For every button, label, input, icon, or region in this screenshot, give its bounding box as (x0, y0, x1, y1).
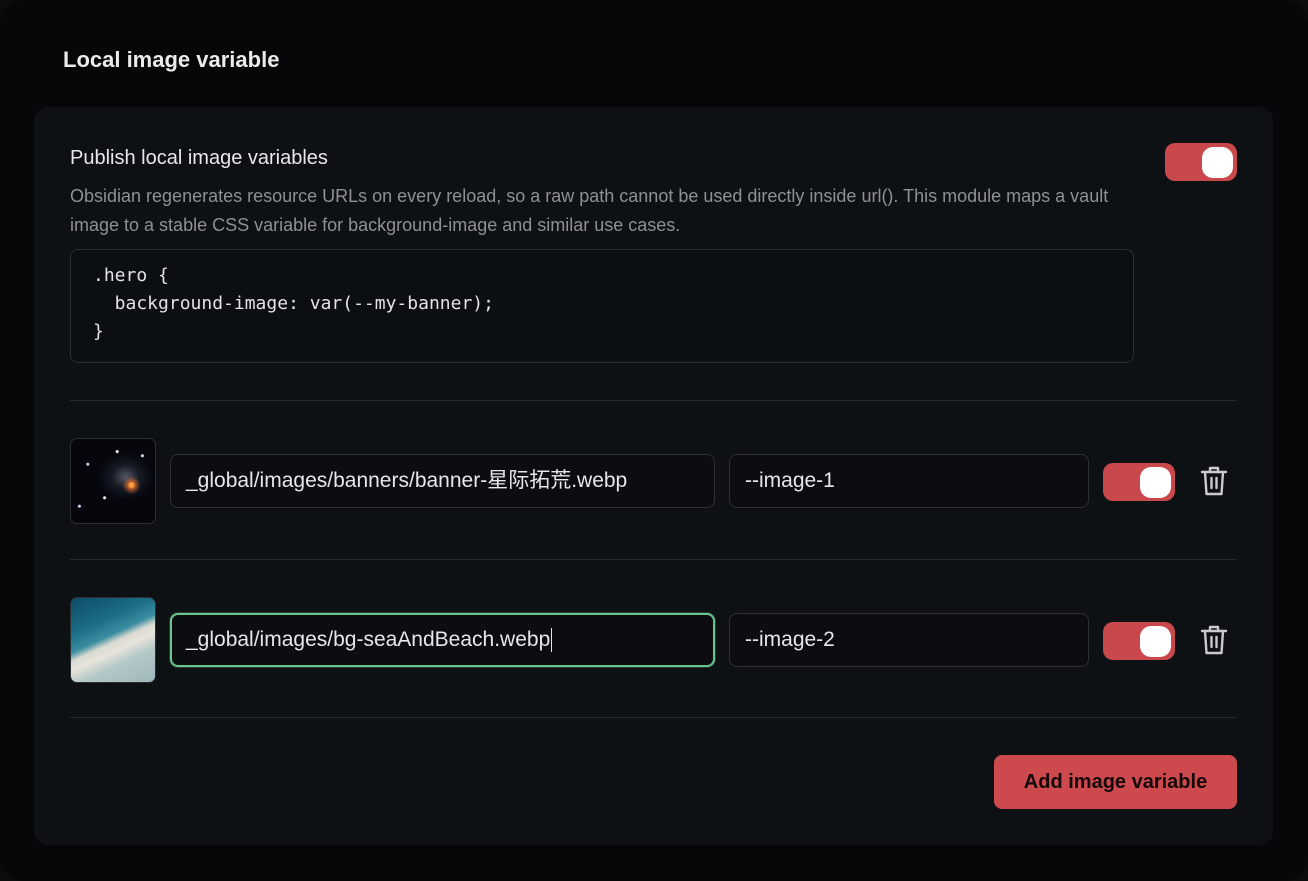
publish-toggle[interactable] (1165, 143, 1237, 181)
setting-name: Publish local image variables (70, 147, 328, 169)
image-path-value: _global/images/bg-seaAndBeach.webp (186, 628, 551, 651)
image-path-input[interactable]: _global/images/banners/banner-星际拓荒.webp (170, 454, 715, 508)
variable-name-input[interactable]: --image-2 (729, 613, 1089, 667)
divider (70, 559, 1237, 560)
settings-card: Publish local image variables Obsidian r… (34, 107, 1273, 845)
code-example: .hero { background-image: var(--my-banne… (70, 249, 1134, 363)
image-thumbnail-beach (70, 597, 156, 683)
variable-name-input[interactable]: --image-1 (729, 454, 1089, 508)
trash-icon[interactable] (1199, 464, 1229, 498)
divider (70, 717, 1237, 718)
divider (70, 400, 1237, 401)
setting-description: Obsidian regenerates resource URLs on ev… (70, 186, 1109, 235)
text-caret (551, 628, 553, 653)
image-path-input[interactable]: _global/images/bg-seaAndBeach.webp (170, 613, 715, 667)
toggle-knob (1202, 147, 1233, 178)
variable-toggle[interactable] (1103, 463, 1175, 501)
section-title: Local image variable (63, 47, 280, 72)
variable-toggle[interactable] (1103, 622, 1175, 660)
settings-panel: Local image variable Publish local image… (0, 0, 1308, 881)
toggle-knob (1140, 467, 1171, 498)
add-image-variable-button[interactable]: Add image variable (994, 755, 1237, 809)
toggle-knob (1140, 626, 1171, 657)
image-thumbnail-space (70, 438, 156, 524)
trash-icon[interactable] (1199, 623, 1229, 657)
